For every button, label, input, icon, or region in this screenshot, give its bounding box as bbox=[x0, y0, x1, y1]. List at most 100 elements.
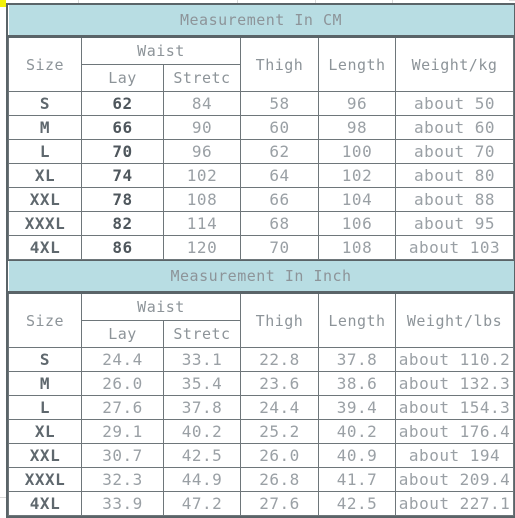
table-row: S 24.4 33.1 22.8 37.8 about 110.2 bbox=[8, 347, 515, 372]
cm-cell-stretch: 120 bbox=[163, 235, 241, 260]
table-row: XL 74 102 64 102 about 80 bbox=[8, 163, 515, 188]
inch-cell-thigh: 27.6 bbox=[240, 491, 319, 516]
cm-cell-weight: about 88 bbox=[394, 187, 515, 212]
cm-cell-lay: 70 bbox=[81, 139, 164, 164]
inch-col-header-waist-lay: Lay bbox=[81, 320, 164, 348]
cm-cell-stretch: 114 bbox=[163, 211, 241, 236]
inch-cell-stretch: 47.2 bbox=[163, 491, 241, 516]
cm-cell-lay: 62 bbox=[81, 91, 164, 116]
inch-col-header-waist: Waist bbox=[81, 292, 241, 321]
cm-cell-size: XXL bbox=[8, 187, 82, 212]
cm-cell-thigh: 66 bbox=[240, 187, 319, 212]
inch-cell-length: 40.9 bbox=[318, 443, 396, 468]
cm-table-title: Measurement In CM bbox=[8, 5, 514, 38]
table-row: M 26.0 35.4 23.6 38.6 about 132.3 bbox=[8, 371, 515, 396]
size-chart-page: Measurement In CM Size Waist Thigh Lengt… bbox=[0, 0, 515, 518]
table-row: L 27.6 37.8 24.4 39.4 about 154.3 bbox=[8, 395, 515, 420]
cm-cell-thigh: 58 bbox=[240, 91, 319, 116]
cm-cell-length: 106 bbox=[318, 211, 396, 236]
measurement-inch-table: Measurement In Inch Size Waist Thigh Len… bbox=[8, 261, 515, 516]
cm-header-row-1: Size Waist Thigh Length Weight/kg bbox=[8, 36, 515, 92]
table-row: 4XL 86 120 70 108 about 103 bbox=[8, 235, 515, 260]
cm-col-header-size: Size bbox=[8, 36, 82, 92]
cm-col-header-weight: Weight/kg bbox=[394, 36, 515, 92]
cm-cell-thigh: 68 bbox=[240, 211, 319, 236]
inch-cell-length: 37.8 bbox=[318, 347, 396, 372]
inch-cell-weight: about 227.1 bbox=[394, 491, 515, 516]
inch-cell-stretch: 44.9 bbox=[163, 467, 241, 492]
cm-cell-weight: about 70 bbox=[394, 139, 515, 164]
inch-cell-stretch: 37.8 bbox=[163, 395, 241, 420]
cm-table-frame: Measurement In CM Size Waist Thigh Lengt… bbox=[6, 3, 515, 262]
cm-cell-length: 102 bbox=[318, 163, 396, 188]
inch-cell-lay: 32.3 bbox=[81, 467, 164, 492]
inch-cell-size: 4XL bbox=[8, 491, 82, 516]
cm-cell-length: 96 bbox=[318, 91, 396, 116]
cm-cell-stretch: 84 bbox=[163, 91, 241, 116]
cm-cell-weight: about 80 bbox=[394, 163, 515, 188]
cm-cell-size: L bbox=[8, 139, 82, 164]
inch-col-header-thigh: Thigh bbox=[240, 292, 319, 348]
size-chart-sheet: Measurement In CM Size Waist Thigh Lengt… bbox=[6, 3, 515, 518]
inch-cell-thigh: 22.8 bbox=[240, 347, 319, 372]
cm-cell-lay: 82 bbox=[81, 211, 164, 236]
measurement-cm-table: Measurement In CM Size Waist Thigh Lengt… bbox=[8, 5, 515, 260]
inch-cell-weight: about 154.3 bbox=[394, 395, 515, 420]
table-row: M 66 90 60 98 about 60 bbox=[8, 115, 515, 140]
cm-cell-thigh: 60 bbox=[240, 115, 319, 140]
table-row: XXXL 32.3 44.9 26.8 41.7 about 209.4 bbox=[8, 467, 515, 492]
inch-cell-length: 42.5 bbox=[318, 491, 396, 516]
cm-cell-length: 108 bbox=[318, 235, 396, 260]
inch-cell-stretch: 33.1 bbox=[163, 347, 241, 372]
inch-cell-lay: 30.7 bbox=[81, 443, 164, 468]
inch-table-title: Measurement In Inch bbox=[8, 261, 514, 294]
cm-col-header-waist-stretch: Stretc bbox=[163, 64, 241, 92]
inch-cell-lay: 33.9 bbox=[81, 491, 164, 516]
table-row: 4XL 33.9 47.2 27.6 42.5 about 227.1 bbox=[8, 491, 515, 516]
inch-cell-size: XL bbox=[8, 419, 82, 444]
cm-cell-stretch: 102 bbox=[163, 163, 241, 188]
inch-cell-weight: about 176.4 bbox=[394, 419, 515, 444]
cm-cell-size: S bbox=[8, 91, 82, 116]
gridline-stub bbox=[509, 0, 515, 1]
inch-cell-length: 40.2 bbox=[318, 419, 396, 444]
inch-cell-stretch: 35.4 bbox=[163, 371, 241, 396]
inch-cell-lay: 27.6 bbox=[81, 395, 164, 420]
cm-cell-weight: about 103 bbox=[394, 235, 515, 260]
inch-cell-thigh: 23.6 bbox=[240, 371, 319, 396]
cm-col-header-waist-lay: Lay bbox=[81, 64, 164, 92]
cm-cell-lay: 74 bbox=[81, 163, 164, 188]
cm-table-body: S 62 84 58 96 about 50 M 66 90 60 98 abo… bbox=[8, 91, 515, 260]
inch-cell-weight: about 110.2 bbox=[394, 347, 515, 372]
inch-cell-size: S bbox=[8, 347, 82, 372]
inch-cell-thigh: 24.4 bbox=[240, 395, 319, 420]
inch-cell-lay: 24.4 bbox=[81, 347, 164, 372]
inch-table-body: S 24.4 33.1 22.8 37.8 about 110.2 M 26.0… bbox=[8, 347, 515, 516]
inch-cell-lay: 26.0 bbox=[81, 371, 164, 396]
cm-cell-size: M bbox=[8, 115, 82, 140]
cm-cell-stretch: 90 bbox=[163, 115, 241, 140]
cm-col-header-waist: Waist bbox=[81, 36, 241, 65]
inch-cell-size: M bbox=[8, 371, 82, 396]
cm-cell-size: XXXL bbox=[8, 211, 82, 236]
inch-cell-size: XXL bbox=[8, 443, 82, 468]
cm-cell-stretch: 108 bbox=[163, 187, 241, 212]
cm-cell-length: 100 bbox=[318, 139, 396, 164]
inch-cell-thigh: 26.8 bbox=[240, 467, 319, 492]
inch-cell-weight: about 209.4 bbox=[394, 467, 515, 492]
table-row: S 62 84 58 96 about 50 bbox=[8, 91, 515, 116]
cm-col-header-length: Length bbox=[318, 36, 396, 92]
cm-cell-length: 104 bbox=[318, 187, 396, 212]
cm-cell-thigh: 70 bbox=[240, 235, 319, 260]
inch-cell-length: 39.4 bbox=[318, 395, 396, 420]
inch-col-header-size: Size bbox=[8, 292, 82, 348]
inch-col-header-length: Length bbox=[318, 292, 396, 348]
cm-cell-weight: about 95 bbox=[394, 211, 515, 236]
cm-cell-length: 98 bbox=[318, 115, 396, 140]
inch-cell-size: L bbox=[8, 395, 82, 420]
cm-cell-thigh: 64 bbox=[240, 163, 319, 188]
cm-title-row: Measurement In CM bbox=[8, 5, 514, 38]
cm-cell-stretch: 96 bbox=[163, 139, 241, 164]
inch-cell-thigh: 26.0 bbox=[240, 443, 319, 468]
table-row: XL 29.1 40.2 25.2 40.2 about 176.4 bbox=[8, 419, 515, 444]
